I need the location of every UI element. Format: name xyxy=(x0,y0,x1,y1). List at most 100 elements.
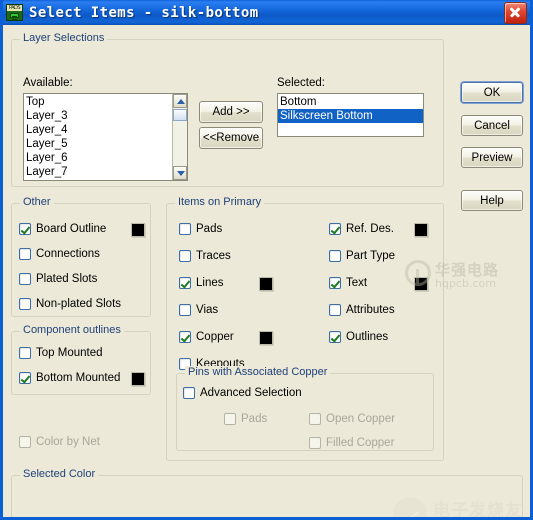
non-plated-slots-checkbox[interactable]: Non-plated Slots xyxy=(19,298,121,310)
selected-layer-item[interactable]: Silkscreen Bottom xyxy=(278,109,423,123)
ok-button-label: OK xyxy=(483,86,501,99)
available-layer-item[interactable]: Layer_5 xyxy=(24,137,171,151)
ref-des-checkbox[interactable]: Ref. Des. xyxy=(329,223,394,235)
pads-app-icon: PADS xyxy=(6,4,23,21)
ref-des-label: Ref. Des. xyxy=(346,223,394,235)
selected-layer-item[interactable]: Bottom xyxy=(278,95,423,109)
connections-checkbox[interactable]: Connections xyxy=(19,248,100,260)
remove-button-label: <<Remove xyxy=(202,132,260,144)
part-type-label: Part Type xyxy=(346,250,396,262)
checkbox-box-icon xyxy=(329,223,341,235)
traces-checkbox[interactable]: Traces xyxy=(179,250,231,262)
lines-color-swatch[interactable] xyxy=(259,277,273,291)
available-label: Available: xyxy=(23,77,73,89)
vias-checkbox[interactable]: Vias xyxy=(179,304,218,316)
available-layer-item[interactable]: Top xyxy=(24,95,171,109)
bottom-mounted-color-swatch[interactable] xyxy=(131,372,145,386)
traces-label: Traces xyxy=(196,250,231,262)
help-button[interactable]: Help xyxy=(461,190,523,211)
bottom-mounted-checkbox[interactable]: Bottom Mounted xyxy=(19,372,120,384)
vias-label: Vias xyxy=(196,304,219,316)
plated-slots-checkbox[interactable]: Plated Slots xyxy=(19,273,97,285)
title-bar[interactable]: PADS Select Items - silk-bottom xyxy=(3,0,530,25)
hqpcb-watermark-en: hqpcb.com xyxy=(435,277,496,290)
filled-copper-checkbox: Filled Copper xyxy=(309,437,394,449)
checkbox-box-icon xyxy=(19,298,31,310)
add-button-label: Add >> xyxy=(212,106,250,118)
lines-checkbox[interactable]: Lines xyxy=(179,277,224,289)
pins-with-copper-group: Pins with Associated Copper xyxy=(176,366,434,451)
scrollbar-thumb[interactable] xyxy=(173,109,187,121)
board-outline-checkbox[interactable]: Board Outline xyxy=(19,223,106,235)
available-label-text: Available: xyxy=(23,77,73,89)
scroll-down-icon[interactable] xyxy=(173,166,187,180)
copper-color-swatch[interactable] xyxy=(259,331,273,345)
text-label: Text xyxy=(346,277,368,289)
copper-label: Copper xyxy=(196,331,234,343)
selected-label: Selected: xyxy=(277,77,325,89)
dialog-client-area: Layer Selections Available: Top Layer_3 La… xyxy=(3,25,530,517)
selected-color-title: Selected Color xyxy=(20,468,99,480)
top-mounted-checkbox[interactable]: Top Mounted xyxy=(19,347,103,359)
pads-pins-checkbox: Pads xyxy=(224,413,267,425)
checkbox-box-icon xyxy=(224,413,236,425)
connections-label: Connections xyxy=(36,248,100,260)
available-layer-item[interactable]: Layer_6 xyxy=(24,151,171,165)
pins-with-copper-title: Pins with Associated Copper xyxy=(185,366,331,378)
checkbox-box-icon xyxy=(179,250,191,262)
attributes-label: Attributes xyxy=(346,304,395,316)
checkbox-box-icon xyxy=(179,223,191,235)
selected-color-group: Selected Color xyxy=(11,468,523,517)
checkbox-box-icon xyxy=(179,304,191,316)
cancel-button-label: Cancel xyxy=(474,119,510,132)
remove-button[interactable]: <<Remove xyxy=(199,127,263,149)
ref-des-color-swatch[interactable] xyxy=(414,223,428,237)
pads-checkbox[interactable]: Pads xyxy=(179,223,222,235)
preview-button[interactable]: Preview xyxy=(461,147,523,168)
scroll-up-icon[interactable] xyxy=(173,94,187,108)
color-by-net-checkbox: Color by Net xyxy=(19,436,100,448)
bottom-mounted-label: Bottom Mounted xyxy=(36,372,121,384)
close-icon[interactable] xyxy=(504,2,527,24)
board-outline-label: Board Outline xyxy=(36,223,107,235)
available-layer-item[interactable]: Layer_3 xyxy=(24,109,171,123)
checkbox-box-icon xyxy=(183,387,195,399)
window-title: Select Items - silk-bottom xyxy=(29,4,259,21)
other-group-title: Other xyxy=(20,196,54,208)
available-scrollbar[interactable] xyxy=(172,94,187,180)
outlines-label: Outlines xyxy=(346,331,389,343)
component-outlines-title: Component outlines xyxy=(20,324,124,336)
cancel-button[interactable]: Cancel xyxy=(461,115,523,136)
checkbox-box-icon xyxy=(19,347,31,359)
add-button[interactable]: Add >> xyxy=(199,101,263,123)
top-mounted-label: Top Mounted xyxy=(36,347,103,359)
checkbox-box-icon xyxy=(19,223,31,235)
advanced-selection-checkbox[interactable]: Advanced Selection xyxy=(183,387,302,399)
part-type-checkbox[interactable]: Part Type xyxy=(329,250,395,262)
selected-label-text: Selected: xyxy=(277,77,325,89)
available-layer-item[interactable]: Layer_4 xyxy=(24,123,171,137)
text-color-swatch[interactable] xyxy=(414,277,428,291)
checkbox-box-icon xyxy=(329,331,341,343)
hqpcb-watermark-cn: 华强电路 xyxy=(435,261,500,279)
available-layers-listbox[interactable]: Top Layer_3 Layer_4 Layer_5 Layer_6 Layer_7 xyxy=(23,93,188,181)
color-by-net-label: Color by Net xyxy=(36,436,100,448)
board-outline-color-swatch[interactable] xyxy=(131,223,145,237)
ok-button[interactable]: OK xyxy=(461,82,523,103)
checkbox-box-icon xyxy=(309,437,321,449)
checkbox-box-icon xyxy=(309,413,321,425)
checkbox-box-icon xyxy=(329,250,341,262)
pads-pins-label: Pads xyxy=(241,413,268,425)
checkbox-box-icon xyxy=(179,277,191,289)
outlines-checkbox[interactable]: Outlines xyxy=(329,331,388,343)
copper-checkbox[interactable]: Copper xyxy=(179,331,234,343)
checkbox-box-icon xyxy=(19,273,31,285)
selected-layers-listbox[interactable]: Bottom Silkscreen Bottom xyxy=(277,93,424,137)
checkbox-box-icon xyxy=(19,372,31,384)
text-checkbox[interactable]: Text xyxy=(329,277,367,289)
checkbox-box-icon xyxy=(179,331,191,343)
available-layer-item[interactable]: Layer_7 xyxy=(24,165,171,179)
attributes-checkbox[interactable]: Attributes xyxy=(329,304,395,316)
help-button-label: Help xyxy=(480,194,504,207)
checkbox-box-icon xyxy=(19,248,31,260)
